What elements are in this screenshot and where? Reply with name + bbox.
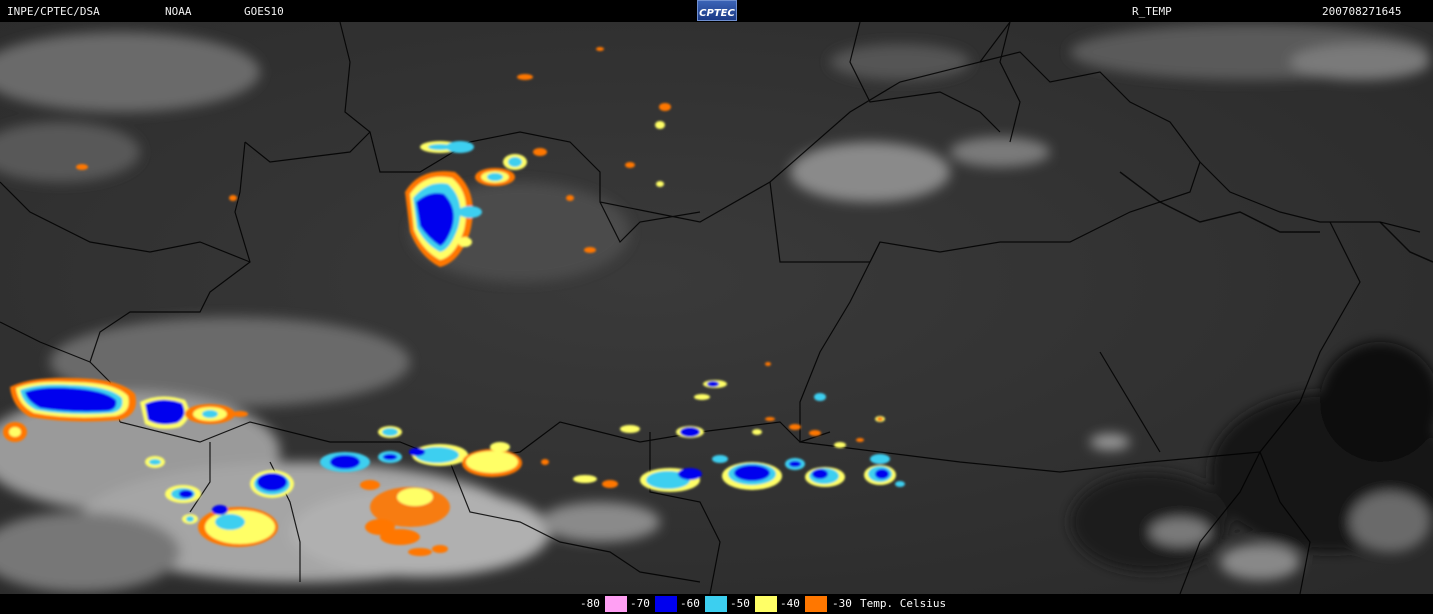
legend-unit: Temp. Celsius	[860, 597, 947, 610]
legend-label-5: -30	[832, 597, 852, 610]
legend-swatch-0	[605, 596, 627, 612]
datetime-label: 200708271645	[1322, 5, 1402, 18]
satellite-label: GOES10	[244, 5, 284, 18]
satellite-image	[0, 22, 1433, 594]
legend-label-1: -70	[630, 597, 650, 610]
legend-label-0: -80	[580, 597, 600, 610]
temperature-legend: -80 -70 -60 -50 -40 -30 Temp. Celsius	[0, 594, 1433, 614]
legend-swatch-4	[805, 596, 827, 612]
legend-label-2: -60	[680, 597, 700, 610]
institution-label: INPE/CPTEC/DSA	[7, 5, 100, 18]
header-bar: INPE/CPTEC/DSA NOAA GOES10 CPTEC R_TEMP …	[0, 0, 1433, 22]
legend-label-4: -40	[780, 597, 800, 610]
legend-swatch-2	[705, 596, 727, 612]
legend-swatch-1	[655, 596, 677, 612]
legend-label-3: -50	[730, 597, 750, 610]
agency-label: NOAA	[165, 5, 192, 18]
product-label: R_TEMP	[1132, 5, 1172, 18]
legend-swatch-3	[755, 596, 777, 612]
satellite-map-svg	[0, 22, 1433, 594]
cptec-logo: CPTEC	[697, 0, 737, 21]
logo-text: CPTEC	[699, 8, 735, 19]
